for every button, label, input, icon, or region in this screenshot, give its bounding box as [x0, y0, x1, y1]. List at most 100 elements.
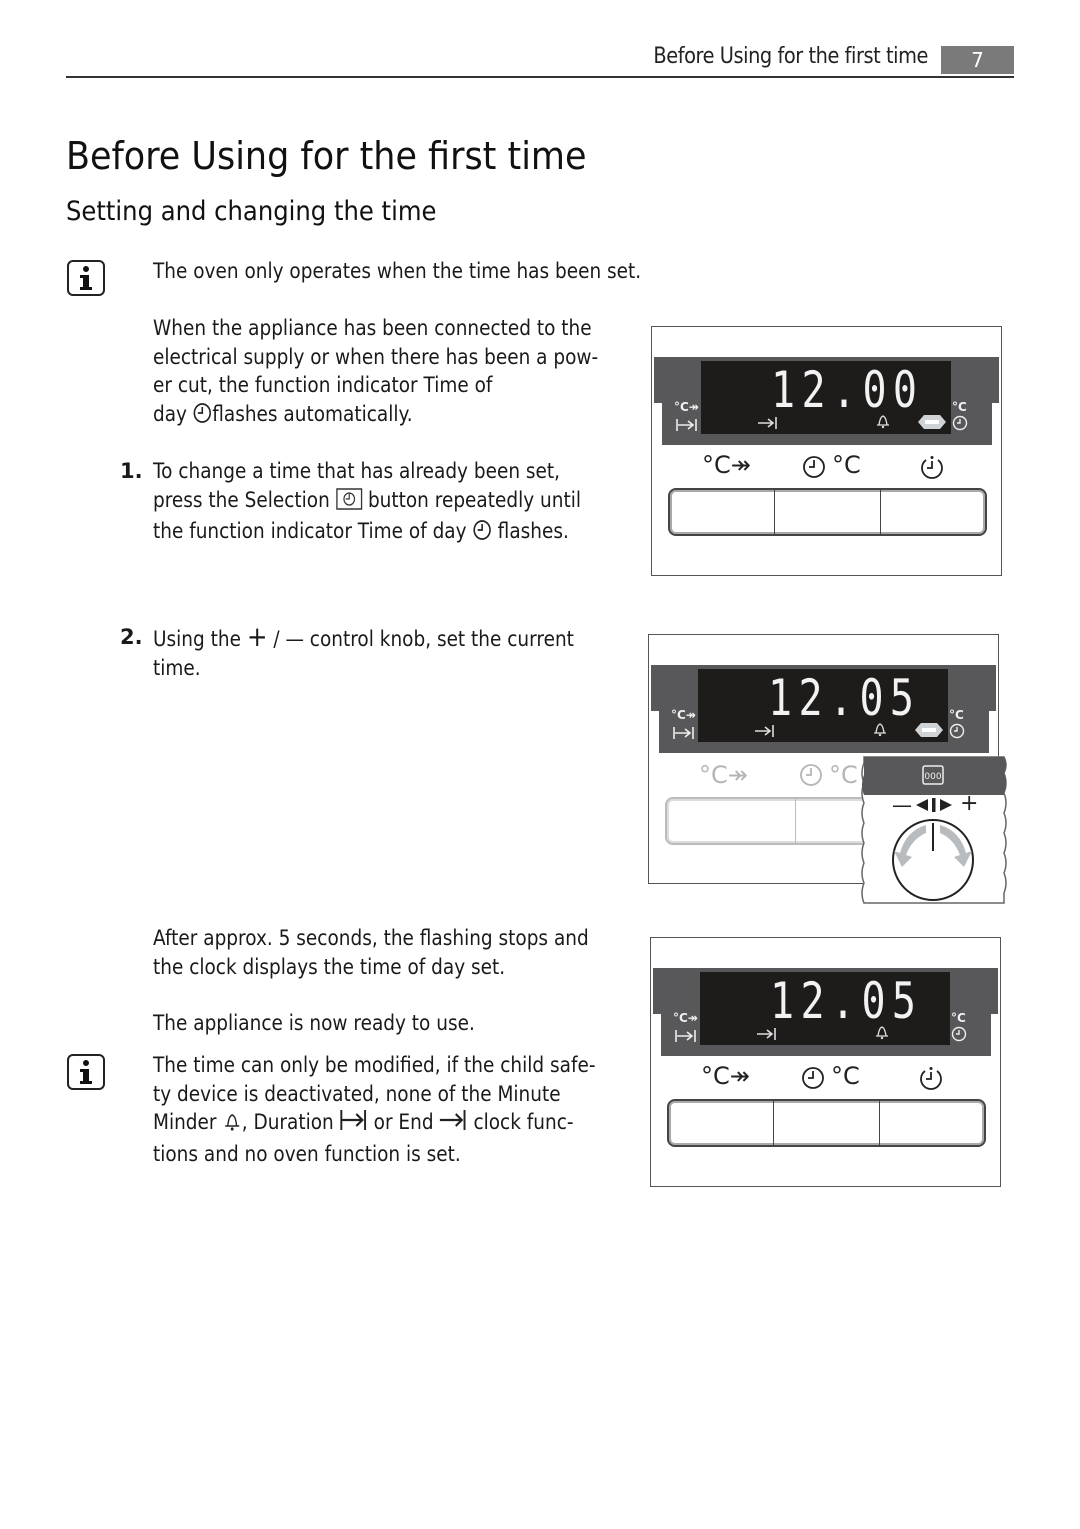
selection-icon	[919, 1066, 943, 1094]
after-line: the clock displays the time of day set.	[153, 954, 506, 979]
fast-heat-button[interactable]	[670, 490, 776, 534]
intro-line: electrical supply or when there has been…	[153, 344, 599, 369]
clock-icon	[193, 402, 212, 432]
bell-icon	[872, 721, 888, 741]
end-time-icon	[439, 1108, 467, 1140]
step-line: the function indicator Time of day flash…	[153, 517, 581, 549]
selection-button-icon	[335, 487, 362, 518]
clock-icon	[801, 1066, 825, 1094]
info-icon	[67, 260, 105, 296]
step-line: Using the + / — control knob, set the cu…	[153, 620, 574, 654]
text-span: control knob, set the current	[303, 627, 574, 651]
control-knob[interactable]	[890, 817, 976, 907]
end-time-icon	[754, 723, 776, 742]
selection-button[interactable]	[880, 1101, 984, 1145]
end-time-icon	[757, 415, 779, 434]
step-1-text: To change a time that has already been s…	[153, 457, 581, 549]
step-2-text: Using the + / — control knob, set the cu…	[153, 620, 574, 682]
temperature-icon: °C	[831, 1062, 860, 1090]
clock-icon	[952, 415, 968, 435]
note-text: The oven only operates when the time has…	[153, 259, 642, 283]
duration-icon	[675, 1028, 697, 1047]
step-line: press the Selection button repeatedly un…	[153, 486, 581, 518]
clock-icon	[802, 455, 826, 483]
control-panel-illustration-3: 12.05 °C↠ °C °C↠ °C	[650, 937, 1001, 1187]
header-divider	[66, 76, 1014, 78]
clock-icon	[472, 519, 491, 549]
display-000-icon: 000	[922, 765, 944, 789]
temp-label: °C	[951, 1011, 966, 1025]
note-line: ty device is deactivated, none of the Mi…	[153, 1081, 561, 1106]
intro-line: day flashes automatically.	[153, 400, 598, 432]
text-span: flashes.	[491, 519, 569, 543]
fast-heat-button[interactable]	[667, 799, 796, 843]
after-paragraph: After approx. 5 seconds, the flashing st…	[153, 924, 589, 981]
text-span: Minder	[153, 1110, 223, 1134]
temp-clock-button[interactable]	[775, 490, 881, 534]
text-span: the function indicator Time of day	[153, 519, 473, 543]
step-line: time.	[153, 655, 201, 680]
fast-heat-label: °C↠	[671, 708, 696, 722]
text-span: flashes automatically.	[212, 401, 413, 426]
fast-heat-label: °C↠	[673, 1011, 698, 1025]
info-icon	[67, 1054, 105, 1090]
minus-icon: —	[285, 627, 304, 651]
time-readout: 12.05	[770, 972, 923, 1030]
button-row	[668, 488, 987, 536]
control-panel-illustration-1: 12.00 °C↠ °C °C↠ °C	[651, 326, 1002, 576]
bell-icon	[222, 1110, 241, 1140]
temp-clock-button[interactable]	[774, 1101, 880, 1145]
duration-icon	[340, 1108, 368, 1140]
selection-icon	[920, 455, 944, 483]
flashing-indicator	[917, 413, 947, 435]
fast-heat-button[interactable]	[669, 1101, 775, 1145]
text-span: press the Selection	[153, 487, 336, 512]
intro-line: When the appliance has been connected to…	[153, 316, 592, 340]
intro-line: er cut, the function indicator Time of	[153, 373, 493, 397]
fast-heat-label: °C↠	[674, 400, 699, 414]
time-readout: 12.05	[768, 669, 921, 727]
duration-icon	[673, 725, 695, 744]
symbol-text: °C	[702, 451, 731, 479]
time-readout: 12.00	[771, 361, 924, 419]
plus-icon: +	[246, 620, 268, 653]
after-line: After approx. 5 seconds, the flashing st…	[153, 926, 589, 950]
running-header: Before Using for the first time	[653, 44, 928, 69]
lcd-display: 12.05	[700, 972, 950, 1045]
lcd-display: 12.05	[698, 669, 948, 742]
lcd-display: 12.00	[701, 361, 951, 434]
step-number: 1.	[120, 459, 143, 483]
fast-heat-icon: °C↠	[702, 451, 751, 479]
control-knob-inset: 000 — +	[858, 755, 1010, 905]
step-line: To change a time that has already been s…	[153, 459, 561, 483]
text-span: or End	[367, 1110, 440, 1134]
duration-icon	[676, 417, 698, 436]
page-title: Before Using for the first time	[66, 134, 587, 178]
text-span: clock func-	[467, 1110, 574, 1134]
left-right-arrows-icon	[916, 797, 952, 816]
note-line: Minder , Duration or End clock func-	[153, 1108, 596, 1140]
fast-heat-icon: °C↠	[701, 1062, 750, 1090]
clock-icon	[799, 763, 823, 791]
flashing-indicator	[914, 721, 944, 743]
plus-icon: +	[960, 791, 979, 816]
button-row	[667, 1099, 986, 1147]
note-line: The time can only be modified, if the ch…	[153, 1053, 596, 1077]
text-span: button repeatedly until	[362, 487, 581, 512]
text-span: /	[267, 627, 286, 651]
text-span: day	[153, 401, 193, 426]
fast-heat-icon: °C↠	[699, 761, 748, 789]
text-span: Using the	[153, 627, 247, 651]
temp-label: °C	[952, 400, 967, 414]
end-time-icon	[756, 1026, 778, 1045]
note-2-text: The time can only be modified, if the ch…	[153, 1051, 596, 1168]
ready-text: The appliance is now ready to use.	[153, 1011, 475, 1035]
svg-text:000: 000	[924, 772, 941, 782]
step-number: 2.	[120, 625, 143, 649]
intro-paragraph: When the appliance has been connected to…	[153, 314, 598, 431]
text-span: , Duration	[241, 1110, 340, 1134]
section-subtitle: Setting and changing the time	[66, 196, 437, 227]
clock-icon	[951, 1026, 967, 1046]
note-line: tions and no oven function is set.	[153, 1141, 461, 1166]
selection-button[interactable]	[881, 490, 985, 534]
